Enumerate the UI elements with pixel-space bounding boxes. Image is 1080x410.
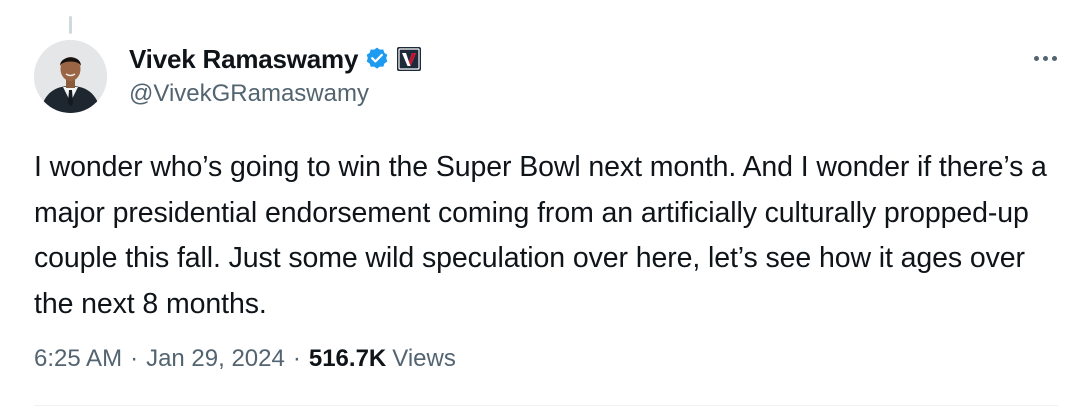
tweet-text: I wonder who’s going to win the Super Bo… bbox=[34, 151, 1047, 320]
author-handle[interactable]: @VivekGRamaswamy bbox=[129, 80, 369, 108]
more-options-button[interactable] bbox=[1028, 46, 1062, 70]
more-icon-dot bbox=[1042, 55, 1048, 61]
avatar[interactable] bbox=[34, 40, 107, 113]
tweet-time[interactable]: 6:25 AM bbox=[34, 345, 122, 373]
v-logo-badge-icon[interactable] bbox=[396, 46, 422, 72]
avatar-image bbox=[34, 40, 107, 113]
author-name-row: Vivek Ramaswamy bbox=[129, 42, 422, 76]
divider bbox=[34, 405, 1058, 406]
verified-badge-icon[interactable] bbox=[364, 46, 390, 72]
tweet-metadata: 6:25 AM · Jan 29, 2024 · 516.7K Views bbox=[34, 345, 456, 373]
more-horizontal-icon bbox=[1033, 55, 1039, 61]
meta-separator: · bbox=[130, 345, 139, 372]
more-icon-dot bbox=[1051, 55, 1057, 61]
views-label: Views bbox=[392, 345, 456, 372]
thread-connector-line bbox=[69, 16, 72, 34]
author-display-name[interactable]: Vivek Ramaswamy bbox=[129, 44, 358, 75]
tweet-date[interactable]: Jan 29, 2024 bbox=[146, 345, 285, 373]
views-count[interactable]: 516.7K bbox=[309, 345, 386, 373]
meta-separator: · bbox=[292, 345, 301, 372]
